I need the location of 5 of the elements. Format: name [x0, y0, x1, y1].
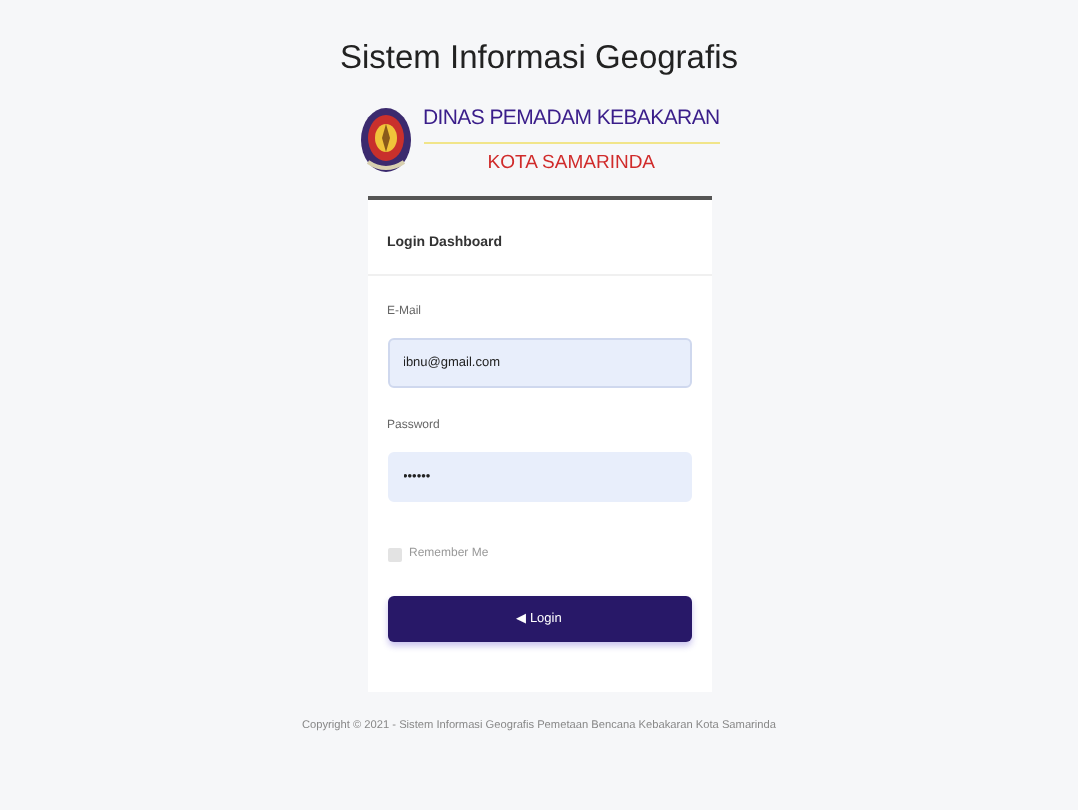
- brand-city: KOTA SAMARINDA: [485, 149, 658, 177]
- page-title: Sistem Informasi Geografis: [338, 38, 740, 80]
- remember-checkbox[interactable]: [387, 548, 401, 563]
- brand-name: DINAS PEMADAM KEBAKARAN: [423, 103, 720, 143]
- emblem-icon: [359, 106, 411, 175]
